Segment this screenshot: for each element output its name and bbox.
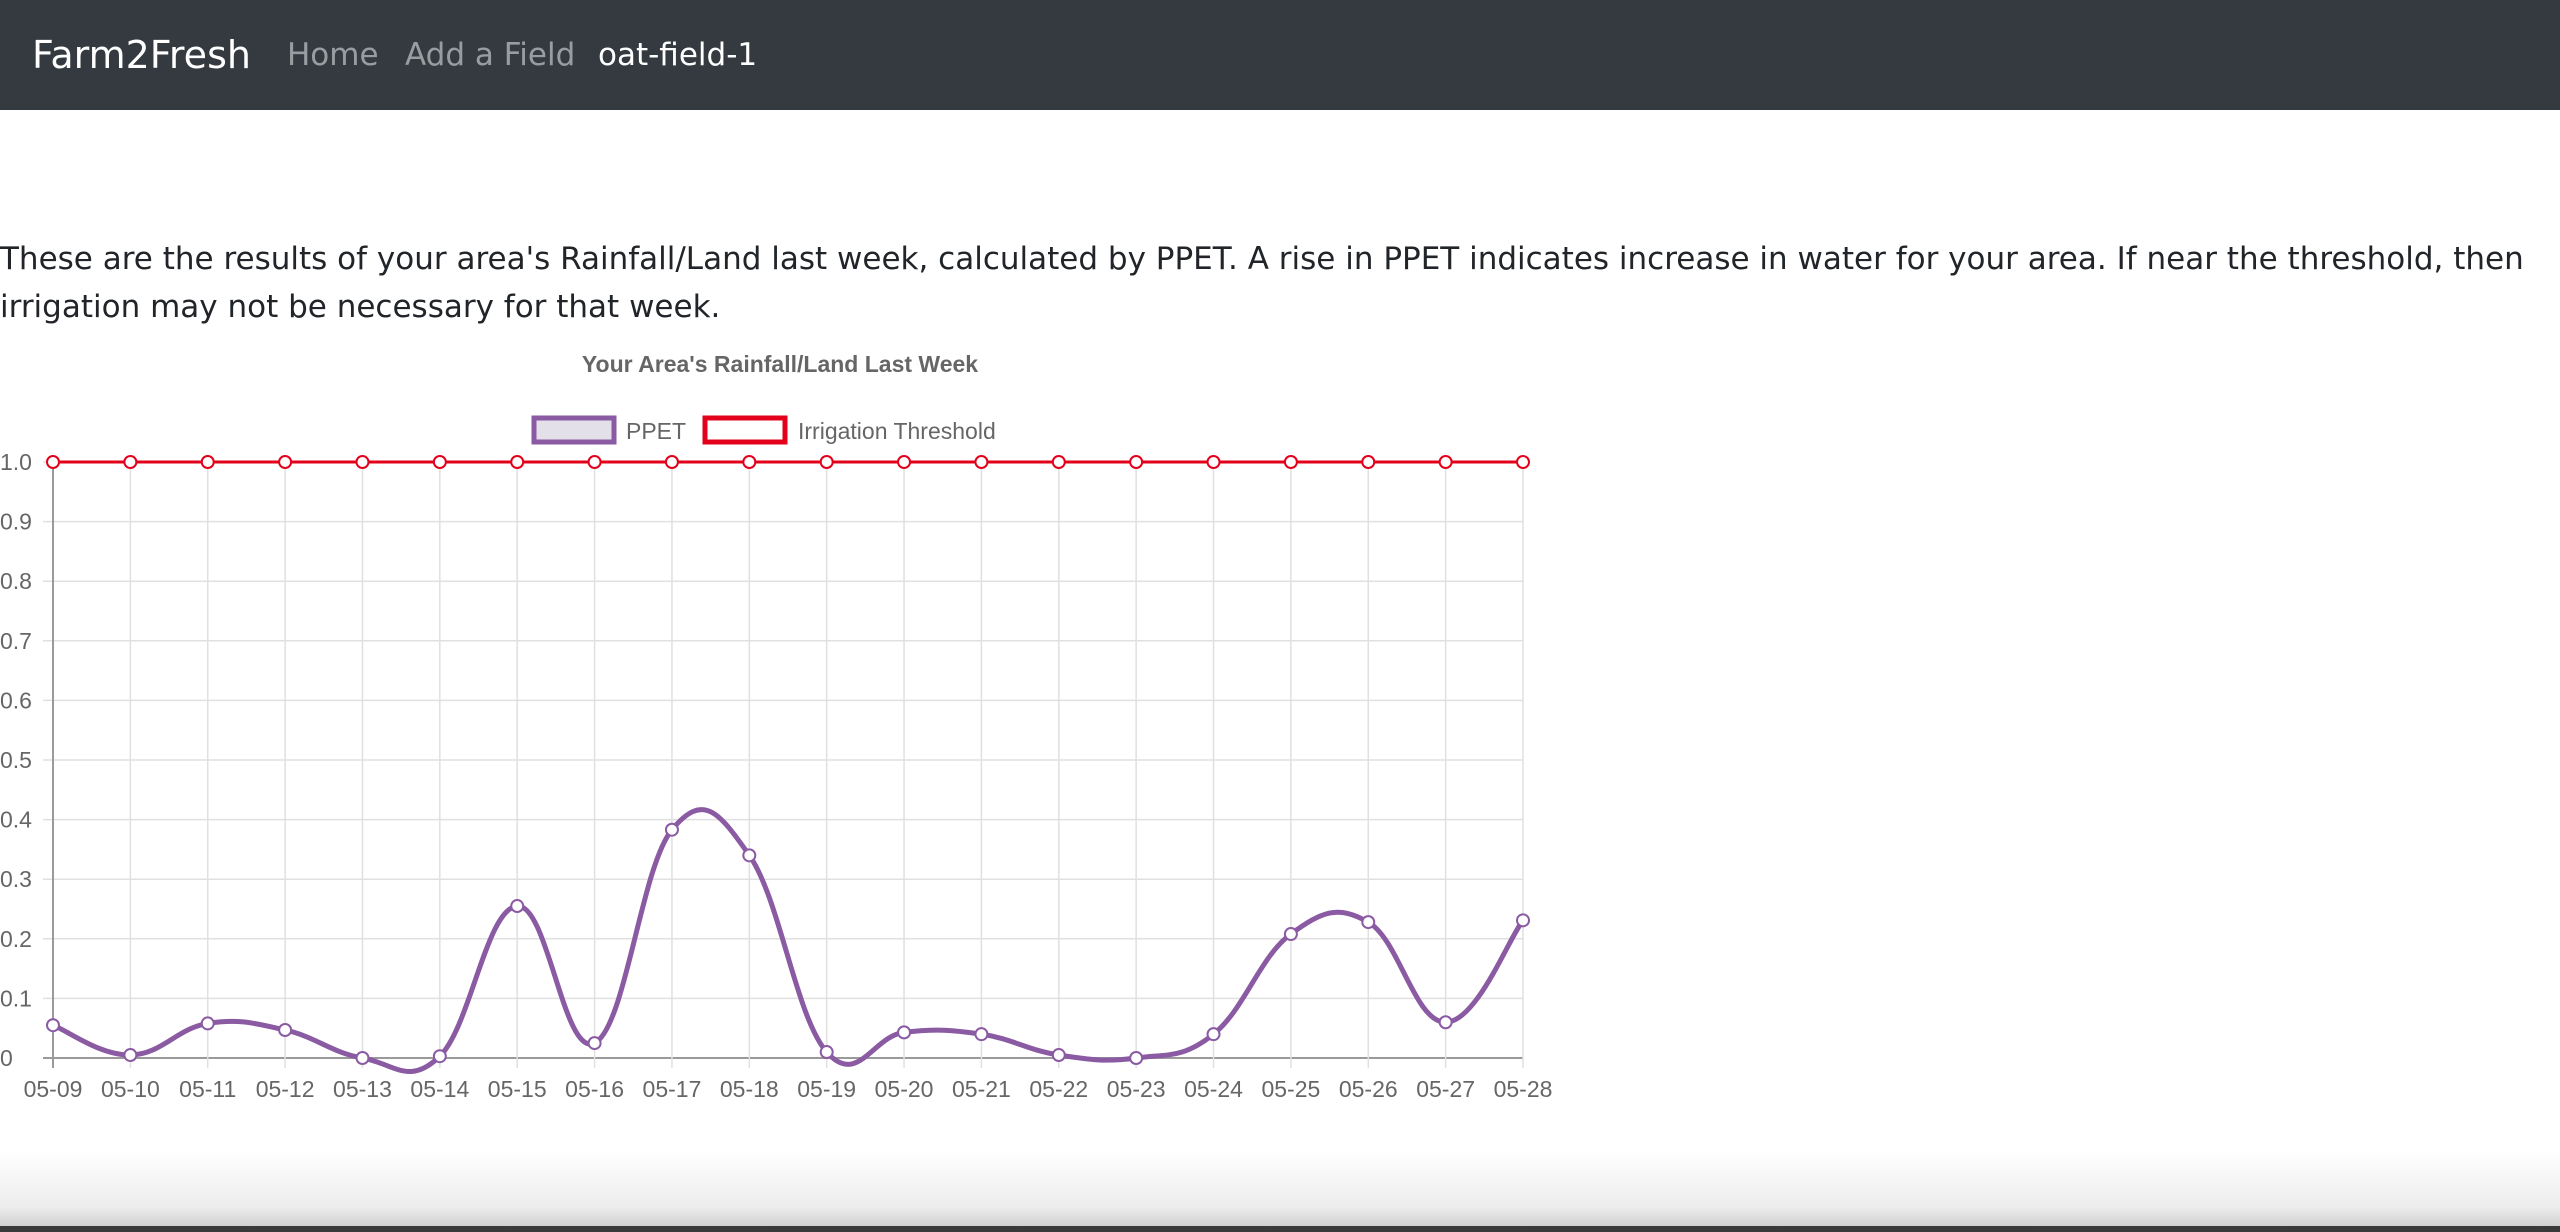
series-line-ppet [52, 807, 1526, 1074]
y-tick-label: 0.8 [0, 568, 32, 594]
x-tick-label: 05-10 [101, 1076, 160, 1102]
data-point-ppet [46, 1018, 60, 1033]
legend-label-1: PPET [626, 418, 686, 444]
data-point-threshold [974, 455, 989, 469]
y-tick-label: 0.3 [0, 866, 32, 892]
x-tick-label: 05-13 [333, 1076, 392, 1102]
data-point-threshold [742, 455, 757, 469]
x-tick-label: 05-21 [952, 1076, 1011, 1102]
data-point-ppet [1516, 913, 1530, 928]
x-tick-label: 05-16 [565, 1076, 624, 1102]
brand-logo-link[interactable]: Farm2Fresh [32, 28, 251, 82]
data-point-ppet [432, 1049, 447, 1064]
x-tick-label: 05-23 [1107, 1076, 1166, 1102]
data-point-threshold [510, 455, 525, 469]
data-point-threshold [1051, 455, 1066, 469]
data-point-ppet [742, 848, 757, 863]
data-point-threshold [46, 455, 60, 469]
nav-link-add-field[interactable]: Add a Field [405, 33, 575, 77]
x-tick-label: 05-14 [410, 1076, 469, 1102]
intro-text: These are the results of your area's Rai… [0, 241, 2524, 325]
data-point-threshold [897, 455, 912, 469]
x-tick-label: 05-26 [1339, 1076, 1398, 1102]
y-tick-label: 0.1 [0, 985, 32, 1011]
data-point-ppet [510, 899, 525, 914]
data-point-threshold [123, 455, 138, 469]
data-point-ppet [200, 1016, 215, 1031]
y-tick-label: 0.7 [0, 628, 32, 654]
x-tick-label: 05-11 [179, 1076, 236, 1102]
x-tick-label: 05-28 [1494, 1076, 1553, 1102]
y-tick-label: 0.4 [0, 807, 32, 833]
x-tick-label: 05-27 [1416, 1076, 1475, 1102]
data-point-threshold [1206, 455, 1221, 469]
legend-swatch-1 [531, 415, 617, 445]
data-point-ppet [819, 1045, 834, 1060]
y-tick-label: 0.2 [0, 926, 32, 952]
data-point-threshold [1516, 455, 1530, 469]
x-tick-label: 05-24 [1184, 1076, 1243, 1102]
data-point-ppet [1051, 1048, 1066, 1063]
data-point-ppet [974, 1027, 989, 1042]
y-tick-label: 0.9 [0, 509, 32, 535]
data-point-threshold [587, 455, 602, 469]
data-point-threshold [1361, 455, 1376, 469]
data-point-ppet [123, 1048, 138, 1063]
x-tick-label: 05-20 [875, 1076, 934, 1102]
data-point-threshold [664, 455, 679, 469]
x-tick-label: 05-12 [256, 1076, 315, 1102]
x-tick-label: 05-09 [24, 1076, 83, 1102]
data-point-ppet [1283, 927, 1298, 942]
data-point-threshold [200, 455, 215, 469]
data-point-threshold [1283, 455, 1298, 469]
data-point-ppet [897, 1025, 912, 1040]
data-point-ppet [278, 1022, 293, 1037]
legend-swatch-2 [702, 415, 788, 445]
x-tick-label: 05-18 [720, 1076, 779, 1102]
x-tick-label: 05-19 [797, 1076, 856, 1102]
data-point-ppet [1361, 915, 1376, 930]
nav-link-oat-field-1[interactable]: oat-field-1 [598, 33, 757, 77]
legend-label-2: Irrigation Threshold [798, 418, 996, 444]
rainfall-chart: Your Area's Rainfall/Land Last Week PPET I… [0, 340, 1560, 1120]
data-point-threshold [1129, 455, 1144, 469]
data-point-threshold [355, 455, 370, 469]
window-bottom-edge [0, 1226, 2560, 1232]
x-tick-label: 05-22 [1029, 1076, 1088, 1102]
chart-title: Your Area's Rainfall/Land Last Week [582, 351, 978, 377]
x-tick-label: 05-15 [488, 1076, 547, 1102]
page-bottom-shadow [0, 1150, 2560, 1232]
data-point-threshold [432, 455, 447, 469]
data-point-threshold [278, 455, 293, 469]
top-navbar: Farm2Fresh Home Add a Field oat-field-1 [0, 0, 2560, 110]
data-point-ppet [587, 1036, 602, 1051]
data-point-ppet [1129, 1051, 1144, 1065]
y-tick-label: 1.0 [0, 449, 32, 475]
y-tick-label: 0.5 [0, 747, 32, 773]
data-point-threshold [1438, 455, 1453, 469]
x-tick-label: 05-25 [1261, 1076, 1320, 1102]
data-point-ppet [355, 1051, 370, 1065]
y-tick-label: 0 [0, 1045, 13, 1071]
x-tick-label: 05-17 [643, 1076, 702, 1102]
data-point-ppet [664, 822, 679, 837]
data-point-ppet [1206, 1027, 1221, 1042]
y-tick-label: 0.6 [0, 687, 32, 713]
data-point-ppet [1438, 1015, 1453, 1030]
rainfall-chart-svg: Your Area's Rainfall/Land Last Week PPET I… [0, 351, 1553, 1102]
nav-link-home[interactable]: Home [287, 33, 379, 77]
data-point-threshold [819, 455, 834, 469]
